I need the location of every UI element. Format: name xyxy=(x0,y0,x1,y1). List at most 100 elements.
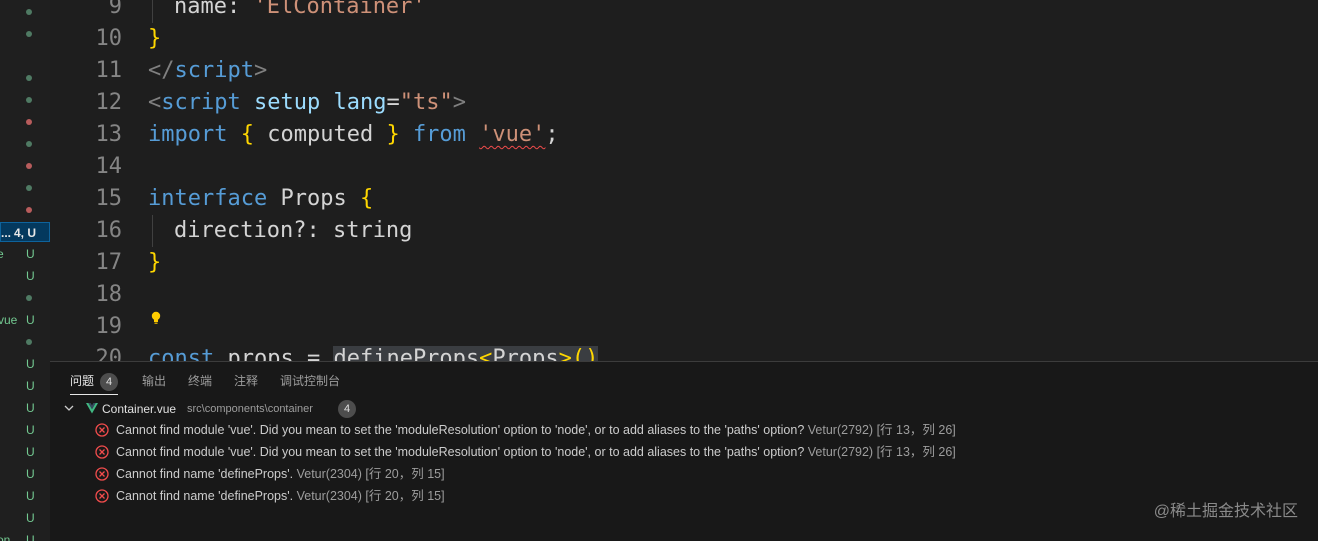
problem-location: [行 20，列 15] xyxy=(365,489,445,503)
tab-debug-console[interactable]: 调试控制台 xyxy=(280,372,340,394)
code-token: script xyxy=(161,90,241,115)
problem-row[interactable]: Cannot find module 'vue'. Did you mean t… xyxy=(50,419,1318,441)
lightbulb-icon[interactable] xyxy=(150,311,162,325)
explorer-row[interactable] xyxy=(0,112,50,132)
problem-row[interactable]: Cannot find module 'vue'. Did you mean t… xyxy=(50,441,1318,463)
code-token: () xyxy=(571,346,599,361)
tab-label: 终端 xyxy=(188,374,213,388)
explorer-row[interactable]: U xyxy=(0,354,50,374)
code-line[interactable]: 13 import { computed } from 'vue'; xyxy=(50,119,1318,151)
code-token: const xyxy=(148,346,215,361)
explorer-row[interactable]: U xyxy=(0,376,50,396)
explorer-row[interactable] xyxy=(0,178,50,198)
code-token: > xyxy=(452,90,466,115)
untracked-status: U xyxy=(26,489,35,503)
code-token: 'ElContainer' xyxy=(253,0,426,19)
explorer-item-name: ... xyxy=(1,226,12,240)
untracked-status: U xyxy=(26,533,35,541)
code-line[interactable]: 17 } xyxy=(50,247,1318,279)
tab-comments[interactable]: 注释 xyxy=(234,372,258,394)
tab-label: 问题 xyxy=(70,374,95,388)
code-token: } xyxy=(386,122,400,147)
status-dot xyxy=(26,185,32,191)
status-dot xyxy=(26,75,32,81)
indent-guide xyxy=(152,215,153,247)
explorer-row[interactable]: on U xyxy=(0,530,50,541)
explorer-row[interactable]: U xyxy=(0,420,50,440)
explorer-row[interactable]: U xyxy=(0,486,50,506)
code-token: from xyxy=(412,122,466,147)
explorer-row[interactable]: e U xyxy=(0,244,50,264)
error-dot xyxy=(26,119,32,125)
code-token: : xyxy=(226,0,254,19)
problem-source: Vetur(2304) xyxy=(296,489,362,503)
code-token: script xyxy=(174,58,254,83)
status-dot xyxy=(26,295,32,301)
explorer-item-active[interactable]: ... 4, U xyxy=(0,222,50,242)
code-token: interface xyxy=(148,186,268,211)
problem-file-path: src\components\container xyxy=(187,403,313,415)
code-token: string xyxy=(332,218,413,243)
explorer-row[interactable]: U xyxy=(0,464,50,484)
code-line[interactable]: 18 xyxy=(50,279,1318,311)
explorer-row[interactable] xyxy=(0,24,50,44)
error-squiggle-token[interactable]: 'vue' xyxy=(479,122,545,147)
code-line[interactable]: 16 direction?: string xyxy=(50,215,1318,247)
explorer-row[interactable] xyxy=(0,332,50,352)
problem-message: Cannot find name 'defineProps'. xyxy=(116,467,294,481)
chevron-down-icon[interactable] xyxy=(64,403,74,413)
tab-output[interactable]: 输出 xyxy=(142,372,166,394)
tab-terminal[interactable]: 终端 xyxy=(188,372,212,394)
line-number: 15 xyxy=(95,186,123,211)
code-token: = xyxy=(386,90,400,115)
untracked-status: U xyxy=(26,401,35,415)
code-token: import xyxy=(148,122,228,147)
explorer-row[interactable]: U xyxy=(0,266,50,286)
explorer-row[interactable]: U xyxy=(0,508,50,528)
code-line[interactable]: 14 xyxy=(50,151,1318,183)
line-number: 18 xyxy=(95,282,123,307)
explorer-row[interactable] xyxy=(0,288,50,308)
tab-problems[interactable]: 问题 4 xyxy=(70,372,119,395)
status-dot xyxy=(26,339,32,345)
code-token: < xyxy=(148,90,162,115)
tab-label: 调试控制台 xyxy=(280,374,341,388)
explorer-row[interactable] xyxy=(0,200,50,220)
line-number: 13 xyxy=(95,122,123,147)
code-token: > xyxy=(253,58,268,83)
line-number: 14 xyxy=(95,154,123,179)
tab-label: 注释 xyxy=(234,374,259,388)
problem-source: Vetur(2792) xyxy=(807,423,874,437)
problem-row[interactable]: Cannot find name 'defineProps'. Vetur(23… xyxy=(50,485,1318,507)
code-line[interactable]: 11 </script> xyxy=(50,55,1318,87)
untracked-status: U xyxy=(26,467,35,481)
explorer-row[interactable]: vue U xyxy=(0,310,50,330)
code-line[interactable]: 10 } xyxy=(50,23,1318,55)
code-line[interactable]: 15 interface Props { xyxy=(50,183,1318,215)
code-line[interactable]: 9 name: 'ElContainer' xyxy=(50,0,1318,23)
line-number: 11 xyxy=(95,58,123,83)
code-token: direction? xyxy=(174,218,307,243)
line-number: 9 xyxy=(108,0,122,19)
explorer-row[interactable] xyxy=(0,134,50,154)
explorer-row[interactable]: U xyxy=(0,442,50,462)
code-token: props xyxy=(227,346,294,361)
explorer-row[interactable] xyxy=(0,2,50,22)
explorer-row[interactable]: U xyxy=(0,398,50,418)
code-token: </ xyxy=(148,58,175,83)
code-token: Props xyxy=(492,346,559,361)
problem-row[interactable]: Cannot find name 'defineProps'. Vetur(23… xyxy=(50,463,1318,485)
code-line[interactable]: 20 const props = defineProps<Props>() xyxy=(50,343,1318,361)
problem-file-group[interactable]: Container.vue src\components\container 4 xyxy=(50,399,1318,419)
untracked-status: U xyxy=(26,247,35,261)
code-token: lang xyxy=(333,90,387,115)
code-editor[interactable]: 9 name: 'ElContainer' 10 } 11 </script> … xyxy=(50,0,1318,361)
error-dot xyxy=(26,163,32,169)
code-line[interactable]: 19 xyxy=(50,311,1318,343)
explorer-row[interactable] xyxy=(0,90,50,110)
explorer-row[interactable] xyxy=(0,68,50,88)
untracked-status: U xyxy=(26,313,35,327)
code-line[interactable]: 12 <script setup lang="ts"> xyxy=(50,87,1318,119)
explorer-row[interactable] xyxy=(0,156,50,176)
explorer-sidebar[interactable]: ... 4, U e U U vue U U U U U U U U U on … xyxy=(0,0,50,541)
